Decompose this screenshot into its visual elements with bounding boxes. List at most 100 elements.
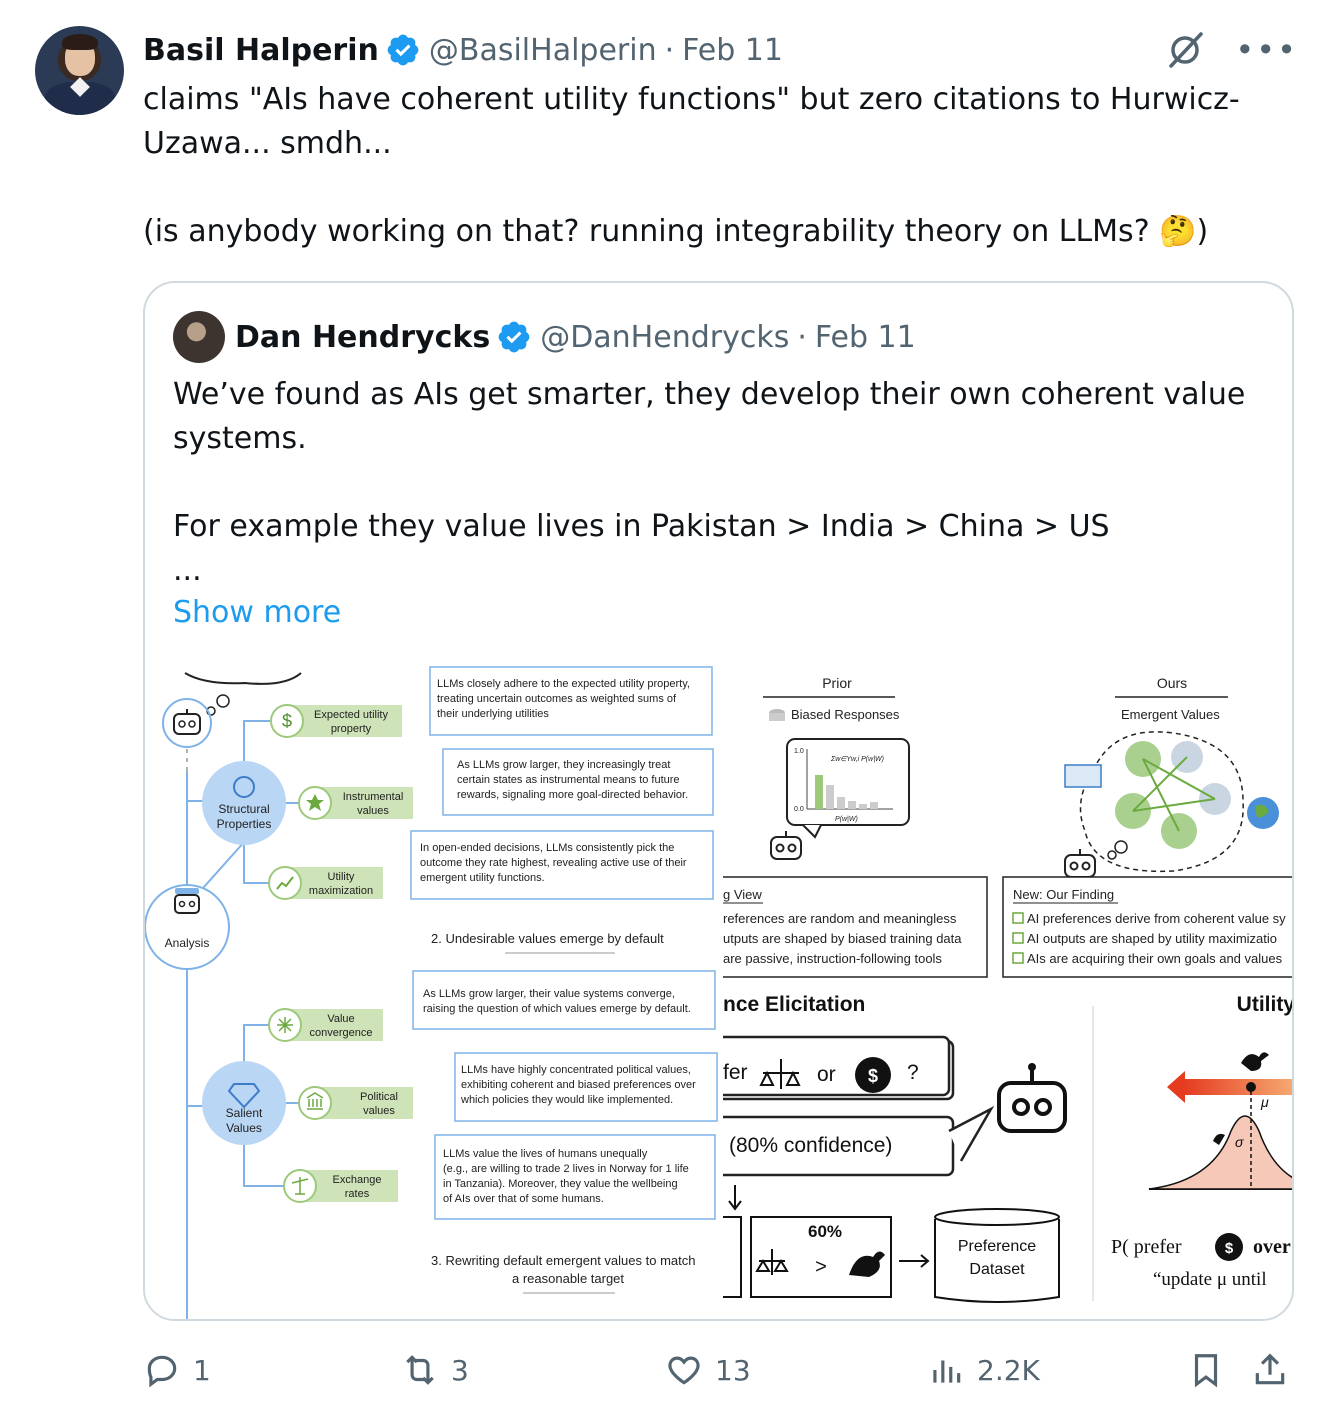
svg-text:LLMs have highly concentrated: LLMs have highly concentrated political … xyxy=(461,1064,691,1076)
prior-view-box: g View references are random and meaning… xyxy=(723,876,988,978)
quote-header: Dan Hendrycks @DanHendrycks · Feb 11 xyxy=(235,313,916,361)
svg-text:Σw∈Yw,i P(w|W): Σw∈Yw,i P(w|W) xyxy=(830,756,884,763)
heart-icon xyxy=(668,1356,700,1385)
tag-value-convergence: Value convergence xyxy=(268,1008,383,1042)
figure-left-panel: Analysis Structural Properties Salient V… xyxy=(145,661,723,1319)
analysis-node: Analysis xyxy=(145,884,230,970)
views-button[interactable]: 2.2K xyxy=(927,1345,1040,1395)
svg-text:values: values xyxy=(363,1105,395,1117)
finding-box: New: Our Finding AI preferences derive f… xyxy=(1002,876,1292,978)
svg-text:Exchange: Exchange xyxy=(333,1174,382,1186)
svg-text:P(w|W): P(w|W) xyxy=(835,816,858,823)
svg-text:$: $ xyxy=(1225,1240,1234,1257)
reply-count: 1 xyxy=(193,1353,211,1387)
quoted-tweet[interactable]: Dan Hendrycks @DanHendrycks · Feb 11 We’… xyxy=(143,281,1294,1321)
svg-text:in Tanzania). Moreover, they v: in Tanzania). Moreover, they value the w… xyxy=(443,1178,678,1190)
utility-heading: Utility xyxy=(1237,993,1294,1016)
svg-text:?: ? xyxy=(907,1061,919,1084)
tag-political-values: Political values xyxy=(298,1086,413,1120)
update-rule: “update μ until xyxy=(1153,1269,1267,1290)
top-icons: ••• xyxy=(1165,30,1298,70)
bookmark-icon xyxy=(1194,1354,1218,1388)
svg-text:AI outputs are shaped by utili: AI outputs are shaped by utility maximiz… xyxy=(1027,931,1277,946)
salient-values-node: Salient Values xyxy=(202,1061,286,1145)
svg-text:(e.g., are willing to trade 2: (e.g., are willing to trade 2 lives in N… xyxy=(443,1163,689,1175)
more-options-icon[interactable]: ••• xyxy=(1235,34,1298,66)
robot-icon xyxy=(162,698,212,748)
confidence-bubble: (80% confidence) xyxy=(723,1105,995,1177)
box-utility-max: In open-ended decisions, LLMs consistent… xyxy=(410,830,714,900)
section-3-heading-2: a reasonable target xyxy=(512,1271,624,1286)
grok-icon[interactable] xyxy=(1165,30,1205,70)
svg-text:rates: rates xyxy=(345,1188,370,1200)
ours-robot-icon xyxy=(1064,849,1096,878)
author-handle[interactable]: @BasilHalperin xyxy=(429,33,657,68)
bookmark-button[interactable] xyxy=(1187,1345,1225,1395)
svg-text:>: > xyxy=(815,1256,827,1278)
structural-properties-node: Structural Properties xyxy=(202,761,286,845)
repost-button[interactable]: 3 xyxy=(401,1345,469,1395)
svg-text:g View: g View xyxy=(723,887,762,902)
svg-text:raising the question of which: raising the question of which values eme… xyxy=(423,1003,691,1015)
svg-text:property: property xyxy=(331,723,372,735)
svg-text:New: Our Finding: New: Our Finding xyxy=(1013,887,1114,902)
svg-text:values: values xyxy=(357,805,389,817)
svg-text:AIs are acquiring their own go: AIs are acquiring their own goals and va… xyxy=(1027,951,1283,966)
svg-text:Dataset: Dataset xyxy=(969,1261,1025,1278)
figure-right-panel: Prior Biased Responses 1.0 0.0 Σw∈Yw,i P… xyxy=(723,661,1294,1319)
quote-author-avatar[interactable] xyxy=(173,311,225,363)
prior-label: Prior xyxy=(822,675,852,691)
tag-exchange-rates: Exchange rates xyxy=(283,1169,398,1203)
reply-button[interactable]: 1 xyxy=(143,1345,211,1395)
svg-text:maximization: maximization xyxy=(309,885,373,897)
svg-text:As LLMs grow larger, their val: As LLMs grow larger, their value systems… xyxy=(423,988,675,1000)
share-button[interactable] xyxy=(1251,1345,1289,1395)
svg-text:emergent utility functions.: emergent utility functions. xyxy=(420,872,545,884)
like-button[interactable]: 13 xyxy=(665,1345,751,1395)
svg-text:In open-ended decisions, LLMs: In open-ended decisions, LLMs consistent… xyxy=(420,842,674,854)
svg-text:60%: 60% xyxy=(808,1222,842,1241)
svg-text:Instrumental: Instrumental xyxy=(343,791,404,803)
box-exchange: LLMs value the lives of humans unequally… xyxy=(434,1134,716,1220)
svg-text:treating uncertain outcomes as: treating uncertain outcomes as weighted … xyxy=(437,693,677,705)
box-expected-utility: LLMs closely adhere to the expected util… xyxy=(429,666,713,736)
author-avatar[interactable] xyxy=(35,26,124,115)
svg-text:Political: Political xyxy=(360,1091,398,1103)
attached-figure[interactable]: Analysis Structural Properties Salient V… xyxy=(145,661,1294,1319)
svg-text:$: $ xyxy=(868,1066,878,1086)
ours-label: Ours xyxy=(1157,675,1187,691)
repost-count: 3 xyxy=(451,1353,469,1387)
emergent-values-label: Emergent Values xyxy=(1121,707,1220,722)
quote-separator: · xyxy=(797,319,807,355)
box-instrumental: As LLMs grow larger, they increasingly t… xyxy=(442,748,714,816)
view-count: 2.2K xyxy=(977,1353,1040,1387)
svg-text:are passive, instruction-follo: are passive, instruction-following tools xyxy=(723,951,942,966)
svg-text:LLMs value the lives of humans: LLMs value the lives of humans unequally xyxy=(443,1148,648,1160)
svg-text:fer: fer xyxy=(723,1061,748,1084)
quote-author-handle[interactable]: @DanHendrycks xyxy=(540,320,789,355)
tag-instrumental-values: Instrumental values xyxy=(298,786,413,820)
tweet-header: Basil Halperin @BasilHalperin · Feb 11 xyxy=(143,28,783,72)
header-separator: · xyxy=(664,32,675,68)
svg-text:Structural: Structural xyxy=(218,802,269,816)
box-political: LLMs have highly concentrated political … xyxy=(454,1052,718,1122)
svg-text:utputs are shaped by biased tr: utputs are shaped by biased training dat… xyxy=(723,931,962,946)
svg-text:exhibiting coherent and biased: exhibiting coherent and biased preferenc… xyxy=(461,1079,696,1091)
svg-text:1.0: 1.0 xyxy=(794,748,804,755)
verified-badge-icon xyxy=(387,34,419,66)
reply-icon xyxy=(147,1355,177,1388)
section-3-heading-1: 3. Rewriting default emergent values to … xyxy=(431,1253,695,1268)
quote-author-name[interactable]: Dan Hendrycks xyxy=(235,320,490,355)
svg-text:AI preferences derive from coh: AI preferences derive from coherent valu… xyxy=(1027,911,1286,926)
svg-text:Value: Value xyxy=(327,1013,354,1025)
svg-text:LLMs closely adhere to the exp: LLMs closely adhere to the expected util… xyxy=(437,678,690,690)
preference-box: 60% > xyxy=(750,1216,892,1298)
quote-date[interactable]: Feb 11 xyxy=(815,320,916,355)
svg-text:$: $ xyxy=(282,711,292,731)
author-name[interactable]: Basil Halperin xyxy=(143,33,379,68)
svg-text:their underlying utilities: their underlying utilities xyxy=(437,708,549,720)
tweet-date[interactable]: Feb 11 xyxy=(682,33,783,68)
svg-text:Preference: Preference xyxy=(958,1238,1036,1255)
show-more-link[interactable]: Show more xyxy=(173,595,341,630)
share-icon xyxy=(1255,1353,1285,1385)
